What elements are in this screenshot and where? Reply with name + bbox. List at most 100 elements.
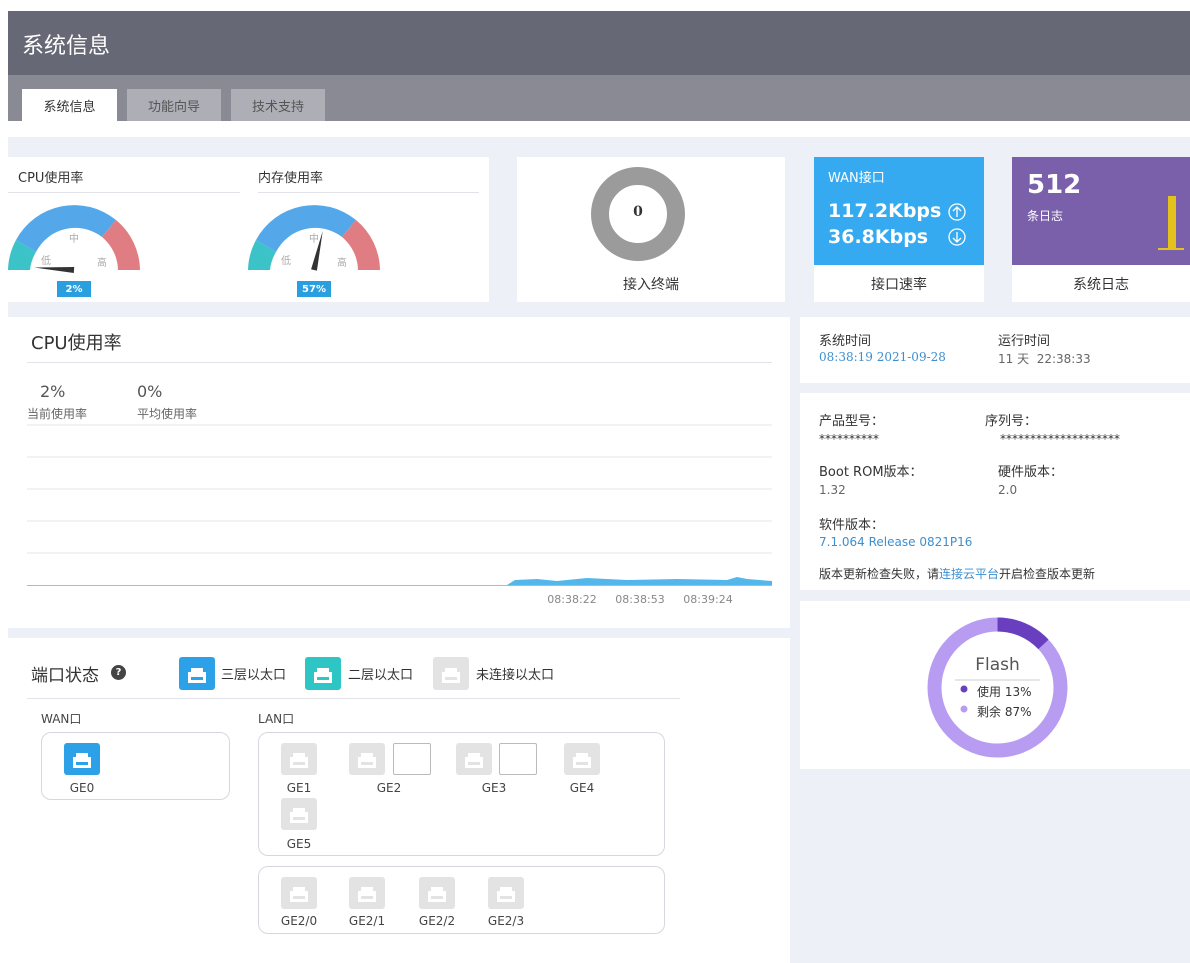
help-icon[interactable]: ? <box>111 665 126 680</box>
port-status-title: 端口状态 <box>31 666 99 686</box>
ge3-expansion-slot[interactable] <box>499 743 537 775</box>
port-ge2-0[interactable] <box>281 877 317 909</box>
port-label: GE2/1 <box>348 914 386 928</box>
cpu-area-chart: 08:38:22 08:38:53 08:39:24 <box>27 424 772 606</box>
model-label: 产品型号： <box>819 414 885 429</box>
arrow-up-circle-icon <box>948 203 966 221</box>
divider <box>27 698 680 699</box>
log-count: 512 <box>1027 170 1082 200</box>
ge2-expansion-slot[interactable] <box>393 743 431 775</box>
legend-unconnected-label: 未连接以太口 <box>476 668 555 683</box>
bootrom-label: Boot ROM版本： <box>819 465 923 480</box>
memory-gauge-title: 内存使用率 <box>258 171 324 186</box>
l3-ethernet-icon <box>179 657 215 690</box>
log-caption: 系统日志 <box>1073 277 1129 293</box>
port-label: GE1 <box>286 781 312 795</box>
unconnected-ethernet-icon <box>433 657 469 690</box>
cpu-chart-title: CPU使用率 <box>31 333 122 354</box>
flash-free-label: 剩余 <box>977 705 1002 719</box>
gauge-high-label: 高 <box>97 256 107 269</box>
system-time-value: 08:38:19 2021-09-28 <box>819 350 946 364</box>
tab-tech-support[interactable]: 技术支持 <box>231 89 325 121</box>
port-ge2[interactable] <box>349 743 385 775</box>
port-label: GE2/0 <box>280 914 318 928</box>
legend-l2-label: 二层以太口 <box>348 668 414 683</box>
gauge-high-label: 高 <box>337 256 347 269</box>
lan-section-label: LAN口 <box>258 712 295 726</box>
port-ge0[interactable] <box>64 743 100 775</box>
wan-section-label: WAN口 <box>41 712 82 726</box>
gauge-mid-label: 中 <box>69 232 79 245</box>
wan-download-rate: 36.8Kbps <box>828 226 929 248</box>
log-unit: 条日志 <box>1027 209 1064 223</box>
port-label: GE3 <box>481 781 507 795</box>
port-ge1[interactable] <box>281 743 317 775</box>
port-label: GE2/2 <box>418 914 456 928</box>
memory-gauge: 中 低 高 <box>248 205 380 271</box>
log-bar <box>1168 196 1176 248</box>
legend-l3-label: 三层以太口 <box>221 668 287 683</box>
tab-function-guide[interactable]: 功能向导 <box>127 89 221 121</box>
terminal-count: 0 <box>633 204 643 220</box>
port-ge4[interactable] <box>564 743 600 775</box>
gauge-needle <box>34 267 75 273</box>
uptime-value: 11 天 22:38:33 <box>998 352 1091 366</box>
serial-value: ******************** <box>1000 432 1120 446</box>
tab-system-info[interactable]: 系统信息 <box>22 89 117 121</box>
memory-usage-badge: 57% <box>297 281 331 297</box>
connect-cloud-link[interactable]: 连接云平台 <box>939 567 999 581</box>
model-value: ********** <box>819 432 879 446</box>
divider <box>258 192 479 193</box>
flash-used: 使用 13% <box>977 683 1032 700</box>
cpu-average-label: 平均使用率 <box>137 407 198 421</box>
hardware-version-value: 2.0 <box>998 483 1018 497</box>
cpu-gauge-title: CPU使用率 <box>18 171 84 186</box>
l2-ethernet-icon <box>305 657 341 690</box>
cpu-current-label: 当前使用率 <box>27 407 88 421</box>
cpu-average-value: 0% <box>137 382 163 401</box>
x-tick-label: 08:38:53 <box>615 593 664 606</box>
legend-used-dot <box>960 685 968 693</box>
hardware-version-label: 硬件版本： <box>998 465 1064 480</box>
log-bar-base <box>1158 248 1184 250</box>
port-label: GE2/3 <box>487 914 525 928</box>
port-label: GE2 <box>376 781 402 795</box>
update-message-suffix: 开启检查版本更新 <box>999 567 1096 581</box>
divider <box>27 362 772 363</box>
flash-free: 剩余 87% <box>977 703 1032 720</box>
port-ge2-2[interactable] <box>419 877 455 909</box>
cpu-area-series <box>27 577 772 586</box>
gauge-mid-label: 中 <box>309 232 319 245</box>
update-check-message: 版本更新检查失败，请连接云平台开启检查版本更新 <box>819 565 1095 582</box>
software-version-label: 软件版本： <box>819 518 885 533</box>
wan-title: WAN接口 <box>828 171 885 186</box>
cpu-current-value: 2% <box>40 382 66 401</box>
flash-free-value: 87% <box>1004 705 1032 719</box>
legend-free-dot <box>960 705 968 713</box>
flash-used-value: 13% <box>1004 685 1032 699</box>
gauge-low-label: 低 <box>41 254 51 267</box>
arrow-down-circle-icon <box>948 228 966 246</box>
software-version-value[interactable]: 7.1.064 Release 0821P16 <box>819 535 972 549</box>
uptime-label: 运行时间 <box>998 334 1051 349</box>
cpu-gauge: 中 低 高 <box>8 205 140 273</box>
bootrom-value: 1.32 <box>819 483 846 497</box>
gauge-low-label: 低 <box>281 254 291 267</box>
terminals-label: 接入终端 <box>623 277 679 293</box>
port-ge3[interactable] <box>456 743 492 775</box>
x-tick-label: 08:39:24 <box>683 593 732 606</box>
cpu-usage-badge: 2% <box>57 281 91 297</box>
port-ge5[interactable] <box>281 798 317 830</box>
flash-title: Flash <box>975 655 1020 675</box>
port-label: GE5 <box>286 837 312 851</box>
x-tick-label: 08:38:22 <box>547 593 596 606</box>
system-time-label: 系统时间 <box>819 334 872 349</box>
serial-label: 序列号： <box>985 414 1038 429</box>
port-ge2-3[interactable] <box>488 877 524 909</box>
chart-grid <box>27 424 772 554</box>
port-ge2-1[interactable] <box>349 877 385 909</box>
top-bar <box>8 11 1190 75</box>
update-message-prefix: 版本更新检查失败，请 <box>819 567 940 581</box>
wan-upload-rate: 117.2Kbps <box>828 200 942 222</box>
divider <box>8 192 240 193</box>
